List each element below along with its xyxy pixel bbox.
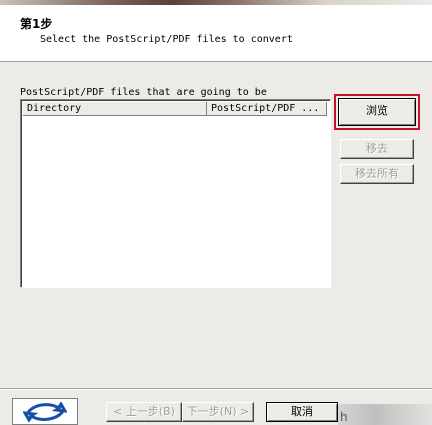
wizard-header: 第1步 Select the PostScript/PDF files to c… [0,5,432,62]
remove-all-button[interactable]: 移去所有 [340,164,414,184]
step-title: 第1步 [20,17,53,31]
column-header-postscript-pdf[interactable]: PostScript/PDF ... [207,102,327,116]
file-list-caption: PostScript/PDF files that are going to b… [20,87,267,98]
watermark-overlay [338,404,432,425]
next-button[interactable]: 下一步(N) > [182,402,254,422]
footer-divider [0,388,432,390]
step-description: Select the PostScript/PDF files to conve… [40,34,293,45]
swirl-logo-icon [23,402,67,422]
column-header-directory[interactable]: Directory [23,102,207,116]
browse-button[interactable]: 浏览 [338,98,416,126]
watermark-text: h [340,410,348,424]
app-logo [12,398,78,425]
remove-button[interactable]: 移去 [340,139,414,159]
back-button[interactable]: < 上一步(B) [106,402,182,422]
cancel-button[interactable]: 取消 [266,402,338,422]
file-list[interactable]: Directory PostScript/PDF ... [20,99,331,288]
